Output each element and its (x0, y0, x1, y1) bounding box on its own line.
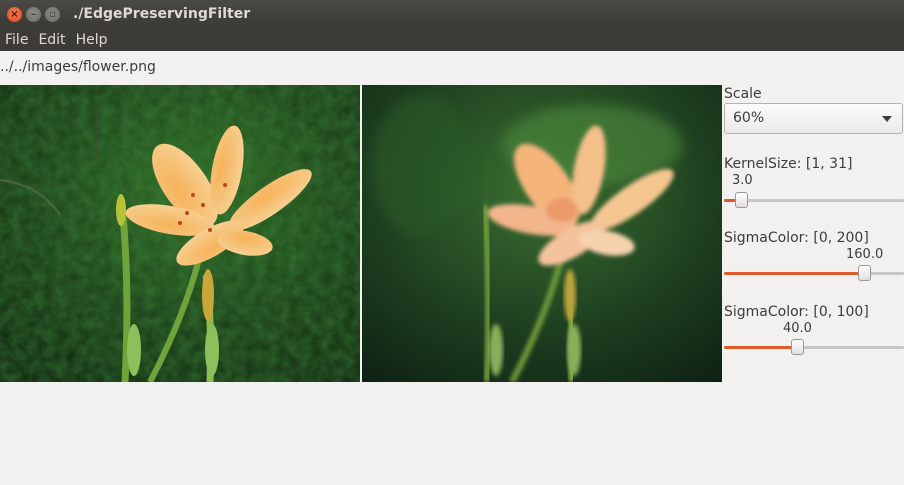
scale-select[interactable]: 60% (724, 103, 903, 134)
file-path-label: ../../images/flower.png (0, 59, 156, 75)
filtered-image (362, 85, 722, 382)
kernel-size-label: KernelSize: [1, 31] (724, 156, 853, 172)
menu-file[interactable]: File (0, 29, 33, 51)
slider-handle[interactable] (735, 192, 748, 208)
sigma-space-slider[interactable] (724, 339, 904, 357)
sigma-color-value: 160.0 (846, 247, 884, 262)
slider-fill (724, 346, 797, 349)
scale-value: 60% (733, 110, 765, 126)
slider-handle[interactable] (858, 265, 871, 281)
sigma-color-label: SigmaColor: [0, 200] (724, 230, 869, 246)
title-bar: × – ▫ ./EdgePreservingFilter (0, 0, 904, 29)
window-title: ./EdgePreservingFilter (73, 6, 251, 22)
slider-fill (724, 272, 864, 275)
sigma-space-value: 40.0 (783, 321, 812, 336)
chevron-down-icon (882, 116, 892, 122)
scale-label: Scale (724, 86, 762, 102)
sigma-color-slider[interactable] (724, 265, 904, 283)
kernel-size-value: 3.0 (732, 173, 753, 188)
menu-bar: File Edit Help (0, 29, 904, 51)
menu-edit[interactable]: Edit (33, 29, 70, 51)
menu-help[interactable]: Help (71, 29, 113, 51)
slider-handle[interactable] (791, 339, 804, 355)
maximize-window-icon[interactable]: ▫ (45, 7, 60, 22)
original-image (0, 85, 360, 382)
close-window-icon[interactable]: × (7, 7, 22, 22)
sigma-space-label: SigmaColor: [0, 100] (724, 304, 869, 320)
minimize-window-icon[interactable]: – (26, 7, 41, 22)
kernel-size-slider[interactable] (724, 192, 904, 210)
slider-track (724, 199, 904, 202)
